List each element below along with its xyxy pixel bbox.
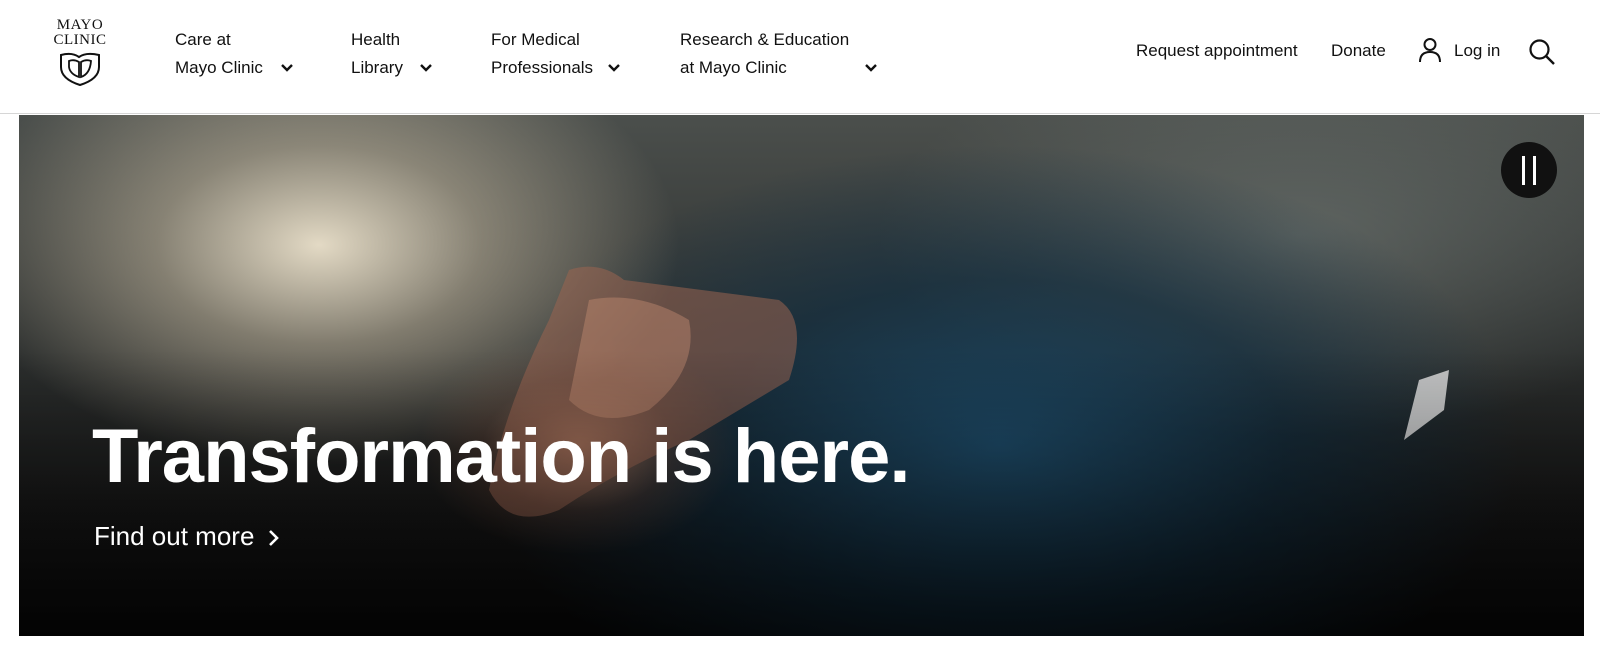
logo-line-2: CLINIC [53,32,107,48]
donate-link[interactable]: Donate [1331,38,1386,64]
nav-research-line-1: Research & Education [680,30,850,49]
nav-care-at-mayo-clinic[interactable]: Care at Mayo Clinic [175,26,263,82]
request-appointment-link[interactable]: Request appointment [1136,38,1298,64]
chevron-down-icon[interactable] [419,63,433,73]
pause-video-button[interactable] [1501,142,1557,198]
nav-for-medical-professionals[interactable]: For Medical Professionals [491,26,593,82]
login-link[interactable]: Log in [1454,38,1500,64]
nav-research-line-2: at Mayo Clinic [680,58,787,77]
site-header: MAYO CLINIC Care at Mayo Clinic Health L… [0,0,1600,114]
nav-care-line-2: Mayo Clinic [175,58,263,77]
search-icon[interactable] [1528,38,1556,66]
hero-title: Transformation is here. [92,414,910,499]
find-out-more-link[interactable]: Find out more [94,519,254,553]
pause-icon [1522,156,1525,185]
nav-health-line-2: Library [351,58,403,77]
hero-overlay [19,115,1584,636]
nav-medical-line-2: Professionals [491,58,594,77]
nav-health-line-1: Health [351,30,401,49]
user-icon[interactable] [1418,37,1442,63]
nav-medical-line-1: For Medical [491,30,580,49]
nav-research-education[interactable]: Research & Education at Mayo Clinic [680,26,849,82]
chevron-down-icon[interactable] [280,63,294,73]
chevron-down-icon[interactable] [607,63,621,73]
mayo-clinic-logo[interactable]: MAYO CLINIC [48,18,112,88]
nav-health-library[interactable]: Health Library [351,26,403,82]
logo-line-1: MAYO [56,17,104,33]
hero-banner: Transformation is here. Find out more [19,115,1584,636]
chevron-down-icon[interactable] [864,63,878,73]
pause-icon-bar [1533,156,1536,185]
nav-care-line-1: Care at [175,30,231,49]
shield-icon [60,52,100,86]
chevron-right-icon[interactable] [268,529,280,547]
